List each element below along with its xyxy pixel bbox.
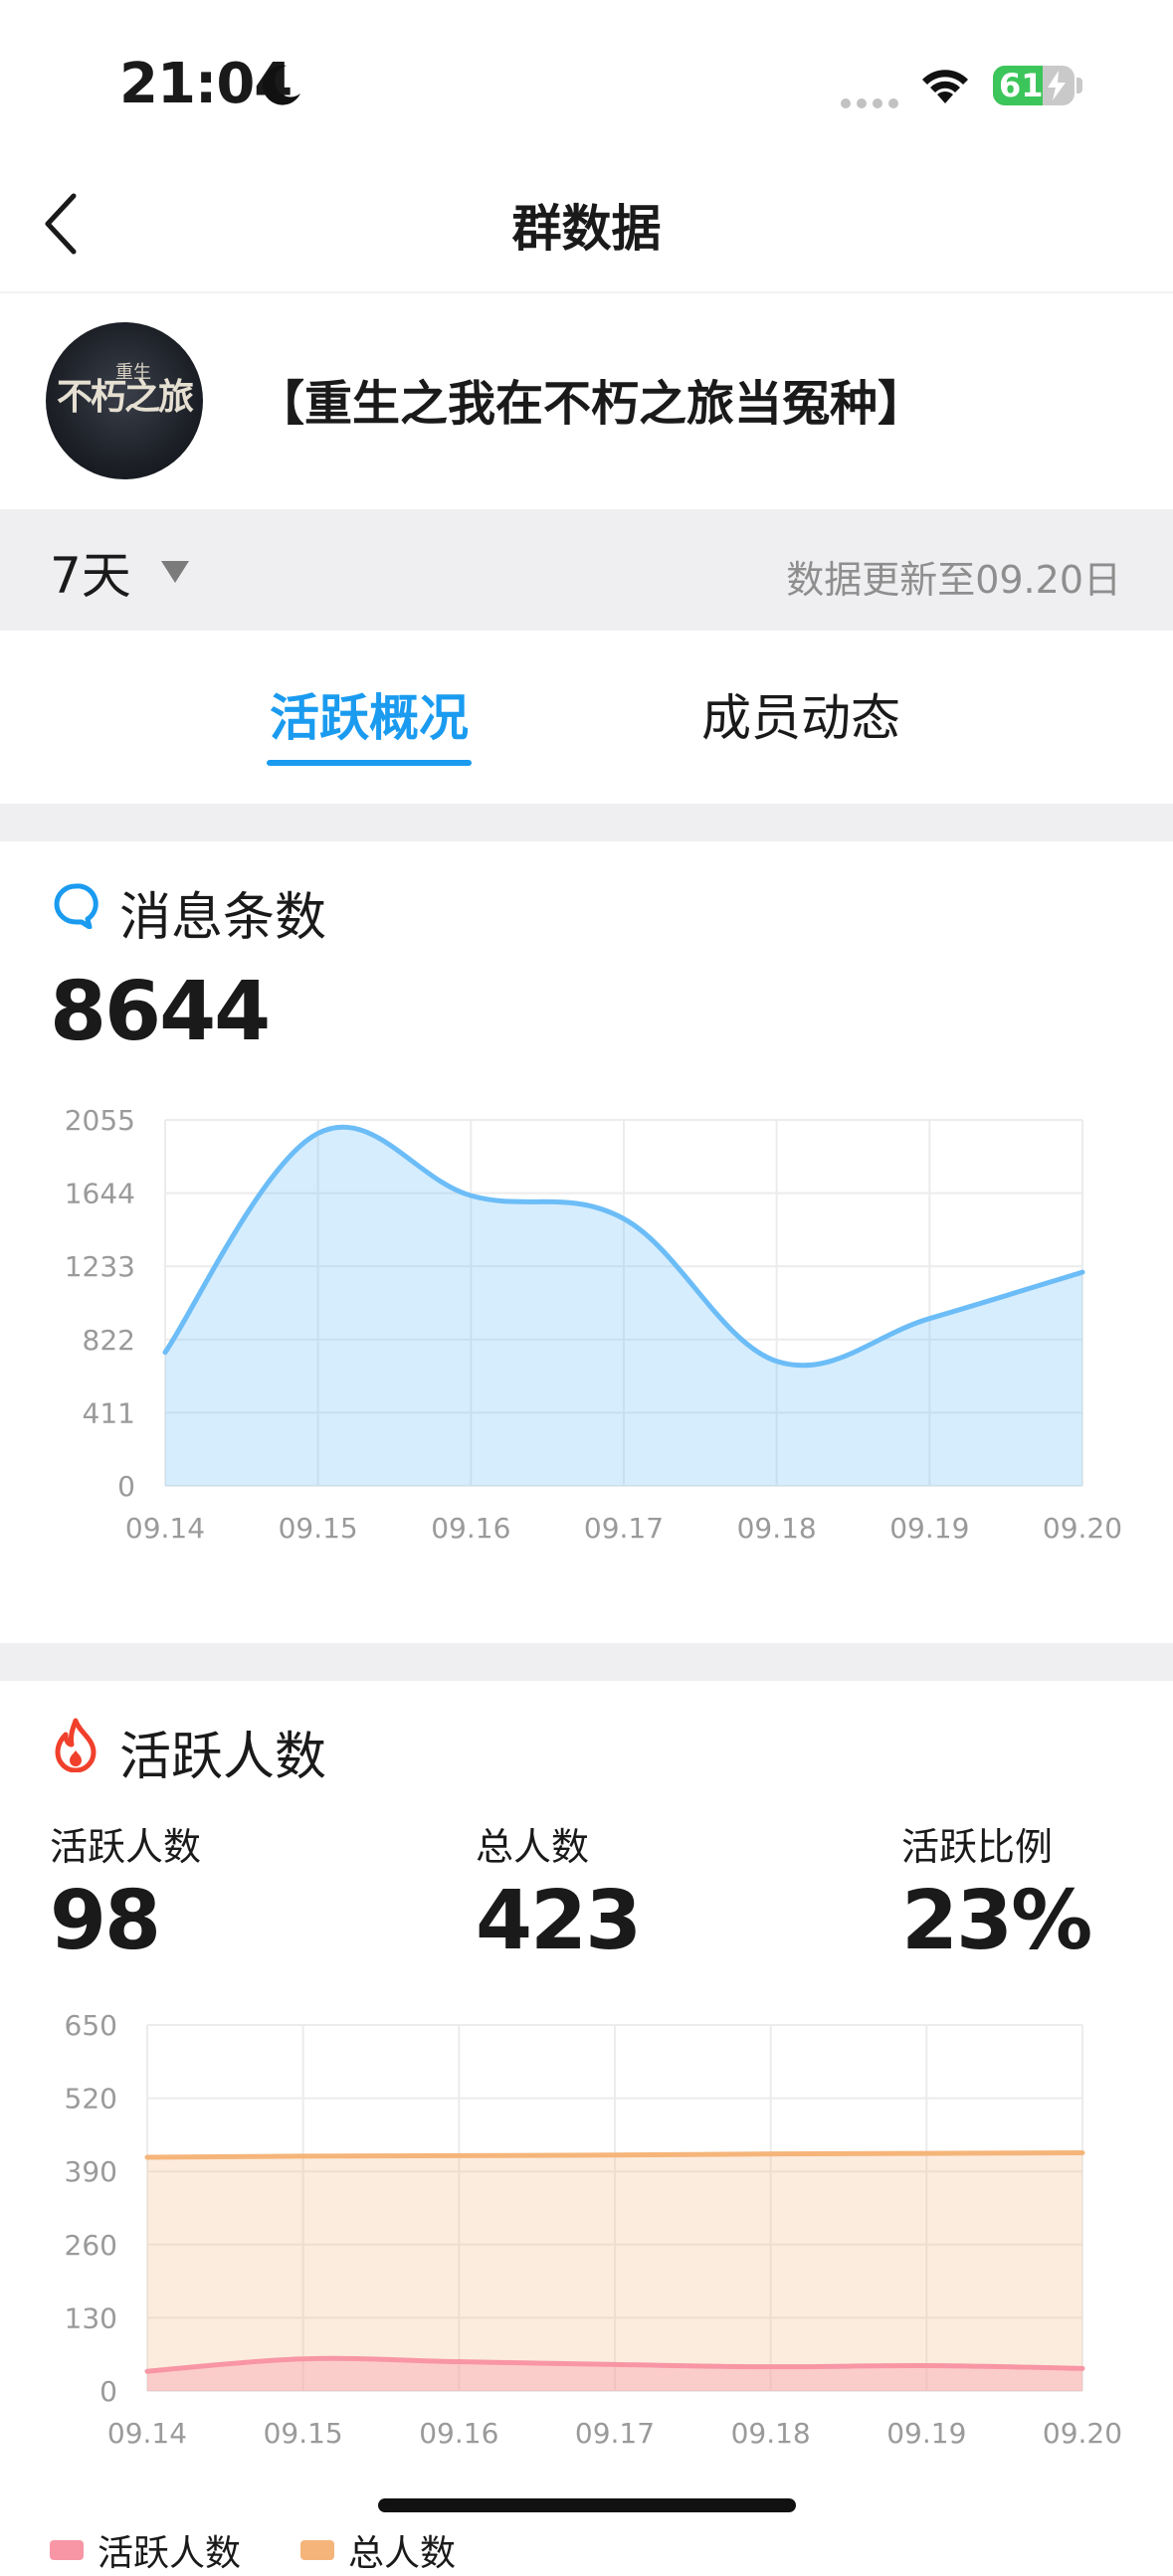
- group-avatar: 重生 不朽之旅: [46, 322, 203, 479]
- y-tick-label: 1233: [65, 1250, 135, 1283]
- y-tick-label: 0: [99, 2375, 117, 2408]
- y-tick-label: 822: [83, 1324, 135, 1357]
- legend-label-total: 总人数: [348, 2533, 457, 2574]
- stat-value-ratio: 23%: [901, 1874, 1092, 1968]
- x-tick-label: 09.20: [1043, 1512, 1122, 1545]
- battery-icon: 61: [993, 66, 1075, 105]
- x-tick-label: 09.17: [584, 1512, 664, 1545]
- section-divider: [0, 804, 1173, 841]
- moon-icon: [262, 65, 300, 105]
- flame-icon: [55, 1718, 97, 1772]
- series-area-1: [147, 2152, 1082, 2391]
- section-divider: [0, 1643, 1173, 1681]
- x-tick-label: 09.14: [125, 1512, 205, 1545]
- y-tick-label: 0: [117, 1470, 135, 1503]
- group-name: 【重生之我在不朽之旅当冤种】: [257, 376, 926, 432]
- stat-label-active: 活跃人数: [50, 1825, 202, 1869]
- legend-swatch-total: [300, 2540, 335, 2560]
- y-tick-label: 1644: [65, 1178, 135, 1210]
- stat-label-total: 总人数: [476, 1825, 590, 1869]
- dropdown-arrow-icon: [160, 561, 189, 583]
- avatar-logo-text: 不朽之旅: [56, 376, 194, 418]
- x-tick-label: 09.16: [419, 2417, 498, 2450]
- cellular-signal-icon: [841, 93, 904, 112]
- wifi-icon: [922, 70, 968, 103]
- y-tick-label: 130: [65, 2301, 117, 2334]
- battery-tip: [1076, 78, 1082, 93]
- message-bubble-icon: [54, 883, 98, 929]
- x-tick-label: 09.14: [107, 2417, 187, 2450]
- stat-value-total: 423: [476, 1874, 642, 1968]
- x-tick-label: 09.16: [431, 1512, 510, 1545]
- x-tick-label: 09.17: [575, 2417, 655, 2450]
- charging-bolt-icon: [1048, 71, 1066, 100]
- y-tick-label: 520: [65, 2083, 117, 2116]
- messages-total: 8644: [50, 965, 271, 1059]
- active-title: 活跃人数: [119, 1728, 327, 1787]
- messages-title: 消息条数: [119, 888, 327, 948]
- home-indicator: [378, 2498, 796, 2512]
- chart-legend: 活跃人数 总人数: [50, 2524, 456, 2576]
- x-tick-label: 09.20: [1043, 2417, 1122, 2450]
- legend-swatch-active: [50, 2540, 84, 2560]
- active-members-chart: 650 520 390 260 130 0 09.14 09.15 09.16 09.17 09.1…: [65, 2009, 1123, 2450]
- x-tick-label: 09.15: [264, 2417, 343, 2450]
- x-tick-label: 09.15: [279, 1512, 358, 1545]
- stat-value-active: 98: [50, 1874, 161, 1968]
- x-tick-label: 09.18: [731, 2417, 811, 2450]
- legend-label-active: 活跃人数: [98, 2533, 242, 2574]
- page-title: 群数据: [511, 200, 662, 258]
- x-tick-label: 09.18: [737, 1512, 817, 1545]
- nav-divider: [0, 291, 1173, 293]
- stat-label-ratio: 活跃比例: [901, 1825, 1054, 1869]
- period-label: 7天: [50, 547, 131, 605]
- y-tick-label: 650: [65, 2009, 117, 2042]
- period-dropdown[interactable]: 7天: [50, 537, 189, 607]
- x-tick-label: 09.19: [886, 2417, 966, 2450]
- tab-member-activity[interactable]: 成员动态: [696, 678, 905, 750]
- y-tick-label: 260: [65, 2229, 117, 2262]
- battery-percent: 61: [999, 67, 1044, 104]
- y-tick-label: 2055: [65, 1104, 135, 1137]
- y-tick-label: 411: [83, 1396, 135, 1429]
- active-tab-indicator: [267, 760, 472, 766]
- update-note: 数据更新至09.20日: [786, 558, 1121, 602]
- tab-activity-overview[interactable]: 活跃概况: [267, 678, 472, 750]
- x-tick-label: 09.19: [889, 1512, 969, 1545]
- y-tick-label: 390: [65, 2155, 117, 2188]
- messages-chart: 2055 1644 1233 822 411 0 09.14 09.15 09.16 09.17 0…: [65, 1104, 1122, 1545]
